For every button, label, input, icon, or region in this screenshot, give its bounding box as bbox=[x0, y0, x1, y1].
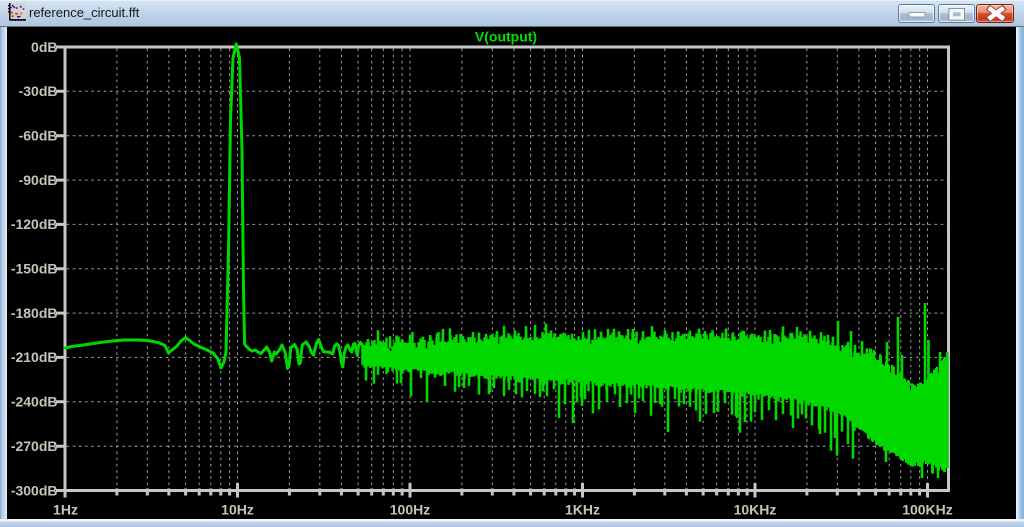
svg-text:V(output): V(output) bbox=[475, 29, 537, 45]
svg-text:100KHz: 100KHz bbox=[902, 502, 953, 518]
svg-text:-180dB: -180dB bbox=[11, 305, 58, 321]
svg-text:1Hz: 1Hz bbox=[53, 502, 78, 518]
svg-text:-30dB: -30dB bbox=[19, 83, 58, 99]
svg-text:10KHz: 10KHz bbox=[734, 502, 777, 518]
svg-text:-90dB: -90dB bbox=[19, 172, 58, 188]
svg-text:-300dB: -300dB bbox=[11, 482, 58, 498]
svg-text:-270dB: -270dB bbox=[11, 438, 58, 454]
svg-text:-60dB: -60dB bbox=[19, 128, 58, 144]
svg-text:10Hz: 10Hz bbox=[221, 502, 254, 518]
svg-text:0dB: 0dB bbox=[31, 39, 57, 55]
svg-text:-240dB: -240dB bbox=[11, 394, 58, 410]
svg-text:-120dB: -120dB bbox=[11, 216, 58, 232]
svg-text:-210dB: -210dB bbox=[11, 349, 58, 365]
svg-text:1KHz: 1KHz bbox=[565, 502, 600, 518]
svg-text:100Hz: 100Hz bbox=[390, 502, 430, 518]
svg-text:-150dB: -150dB bbox=[11, 261, 58, 277]
